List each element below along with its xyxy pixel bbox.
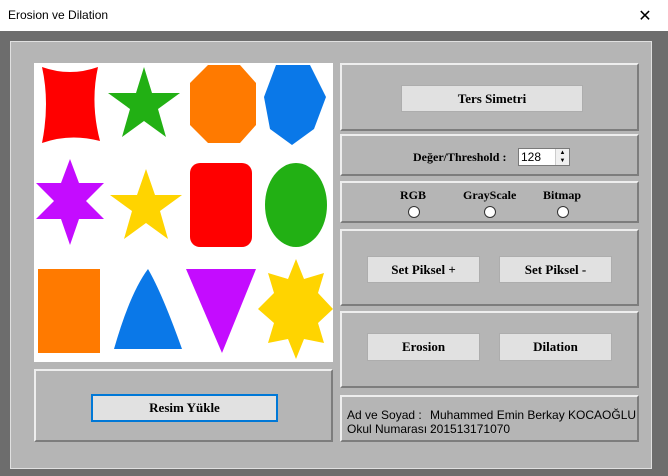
title-bar: Erosion ve Dilation ✕: [0, 0, 668, 31]
orange-octagon-shape: [190, 65, 256, 143]
radio-label-grayscale: GrayScale: [463, 188, 517, 202]
name-label: Ad ve Soyad :: [347, 408, 422, 422]
red-star4-shape: [42, 67, 100, 143]
threshold-label: Değer/Threshold :: [413, 150, 507, 164]
radio-bitmap[interactable]: [557, 206, 569, 218]
threshold-spin-buttons[interactable]: ▲ ▼: [555, 149, 569, 165]
red-rounded-rect-shape: [190, 163, 252, 247]
close-icon: ✕: [638, 7, 652, 25]
yellow-star5-shape: [110, 169, 182, 239]
green-star5-shape: [108, 67, 180, 137]
image-shapes: [36, 65, 333, 359]
yellow-star8-shape: [258, 259, 333, 359]
orange-rect-shape: [38, 269, 100, 353]
radio-label-bitmap: Bitmap: [543, 188, 582, 202]
erosion-button[interactable]: Erosion: [367, 333, 480, 361]
radio-rgb[interactable]: [408, 206, 420, 218]
radio-grayscale[interactable]: [484, 206, 496, 218]
name-value: Muhammed Emin Berkay KOCAOĞLU: [430, 408, 637, 422]
close-button[interactable]: ✕: [622, 0, 668, 31]
window-title: Erosion ve Dilation: [8, 8, 109, 22]
spin-up-icon[interactable]: ▲: [556, 149, 569, 157]
set-pixel-minus-button[interactable]: Set Piksel -: [499, 256, 612, 283]
purple-inverted-triangle-shape: [186, 269, 256, 353]
number-label: Okul Numarası :: [347, 422, 434, 436]
number-value: 201513171070: [430, 422, 511, 436]
radio-label-rgb: RGB: [400, 188, 427, 202]
set-pixel-plus-button[interactable]: Set Piksel +: [367, 256, 480, 283]
blue-triangle-shape: [114, 269, 182, 349]
blue-heptagon-shape: [264, 65, 326, 145]
reverse-symmetry-button[interactable]: Ters Simetri: [401, 85, 583, 112]
green-ellipse-shape: [265, 163, 327, 247]
dilation-button[interactable]: Dilation: [499, 333, 612, 361]
load-image-button[interactable]: Resim Yükle: [91, 394, 278, 422]
spin-down-icon[interactable]: ▼: [556, 157, 569, 165]
purple-star6-shape: [36, 159, 104, 245]
threshold-value: 128: [521, 150, 542, 164]
threshold-numeric-input[interactable]: 128 ▲ ▼: [518, 148, 570, 166]
image-picture-box: [34, 63, 333, 362]
